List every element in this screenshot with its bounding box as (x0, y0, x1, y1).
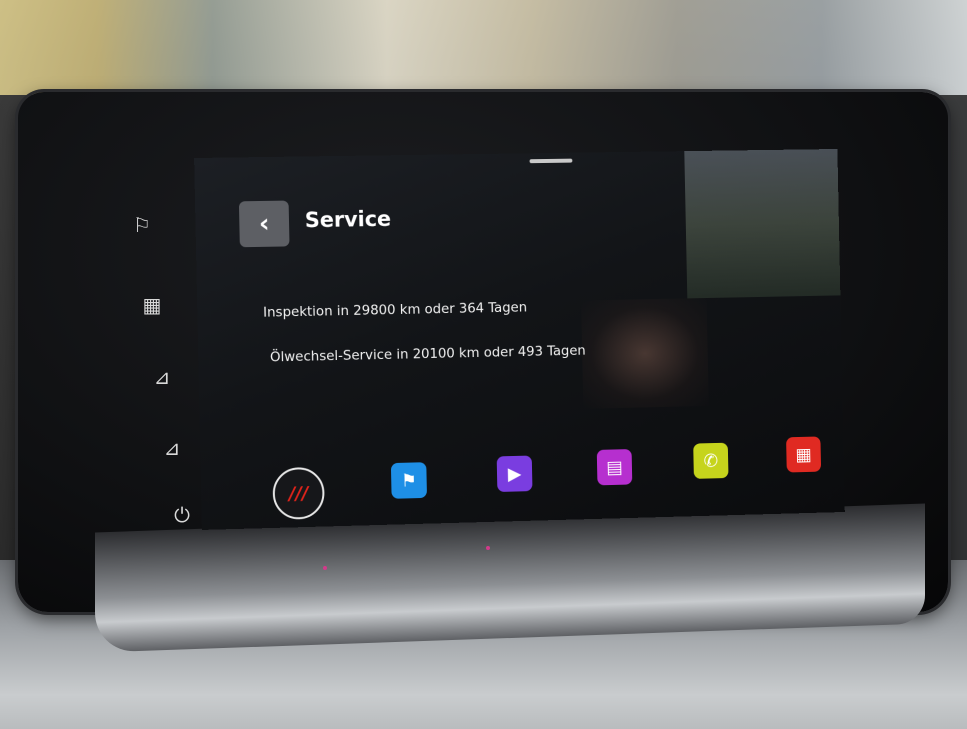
volume-up-icon[interactable]: ⊿ (144, 362, 180, 392)
phone-icon: ✆ (703, 450, 719, 472)
hand-reflection (581, 298, 709, 409)
dock-phone-button[interactable]: ✆ (693, 442, 729, 479)
window-reflection (684, 149, 841, 299)
dock-navigation-button[interactable]: ⚑ (390, 462, 428, 499)
dock-radio-button[interactable]: ▤ (596, 449, 633, 486)
navigation-flag-icon[interactable]: ⚐ (124, 210, 160, 240)
inspection-info: Inspektion in 29800 km oder 364 Tagen (262, 299, 528, 321)
back-button[interactable]: ‹ (238, 200, 290, 248)
chevron-left-icon: ‹ (258, 208, 270, 239)
touch-screen: ‹ Service Inspektion in 29800 km oder 36… (194, 149, 845, 530)
page-title: Service (304, 206, 392, 233)
home-button[interactable]: /// (272, 466, 325, 520)
navigation-flag-icon: ⚑ (400, 469, 418, 492)
indicator-led (486, 546, 490, 550)
background-scene (0, 0, 967, 95)
volume-down-icon[interactable]: ⊿ (154, 433, 190, 463)
car-menu-icon[interactable]: ▦ (134, 290, 170, 320)
app-dock: /// ⚑ ▶ ▤ ✆ ▦ (200, 424, 845, 530)
dock-media-button[interactable]: ▶ (496, 455, 533, 493)
radio-icon: ▤ (606, 456, 623, 478)
indicator-led (323, 566, 327, 570)
pull-down-handle[interactable] (529, 158, 573, 164)
home-logo: /// (288, 482, 309, 505)
power-icon[interactable]: ⏻ (164, 500, 200, 530)
dock-car-button[interactable]: ▦ (786, 436, 822, 473)
car-settings-icon: ▦ (795, 444, 812, 465)
media-play-icon: ▶ (507, 463, 522, 485)
oil-service-info: Ölwechsel-Service in 20100 km oder 493 T… (269, 342, 586, 366)
